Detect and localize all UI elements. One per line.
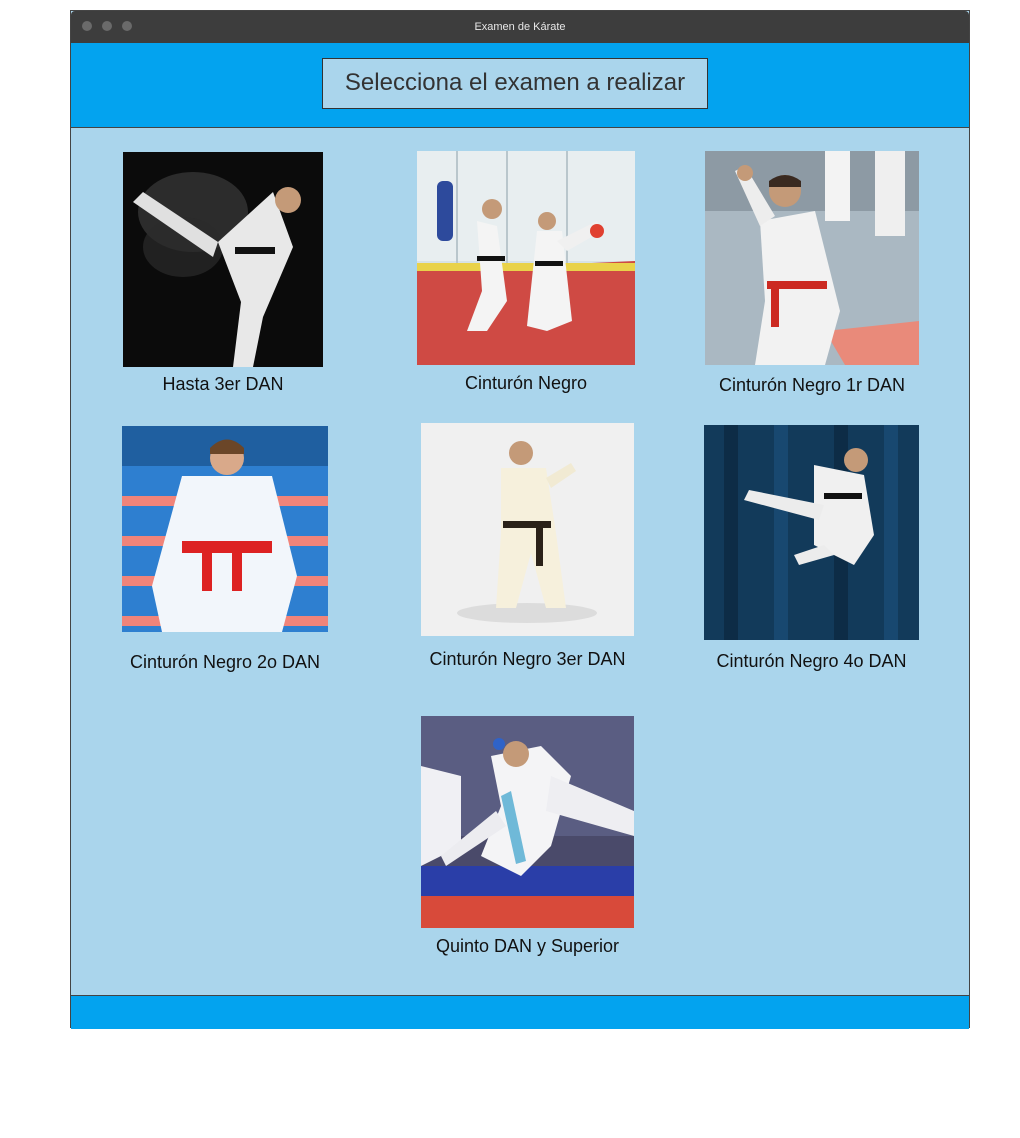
exam-photo <box>123 152 323 367</box>
app-window: Examen de Kárate Selecciona el examen a … <box>70 10 970 1029</box>
exam-label: Quinto DAN y Superior <box>435 936 620 956</box>
exam-photo <box>705 151 919 365</box>
exam-label: Cinturón Negro 2o DAN <box>129 652 321 672</box>
exam-label: Hasta 3er DAN <box>162 374 284 394</box>
exam-photo <box>421 716 634 928</box>
window-title: Examen de Kárate <box>474 21 566 33</box>
exam-label: Cinturón Negro 4o DAN <box>716 651 907 671</box>
exam-label: Cinturón Negro 3er DAN <box>429 649 626 669</box>
title-bar: Examen de Kárate <box>71 11 969 43</box>
exam-photo <box>417 151 635 365</box>
exam-photo <box>122 426 328 632</box>
exam-photo <box>421 423 634 636</box>
page-title: Selecciona el examen a realizar <box>322 58 708 109</box>
exam-photo <box>704 425 919 640</box>
footer-bar <box>71 995 969 1029</box>
header-bar: Selecciona el examen a realizar <box>71 43 969 128</box>
exam-label: Cinturón Negro <box>464 373 588 393</box>
exam-label: Cinturón Negro 1r DAN <box>718 375 906 395</box>
